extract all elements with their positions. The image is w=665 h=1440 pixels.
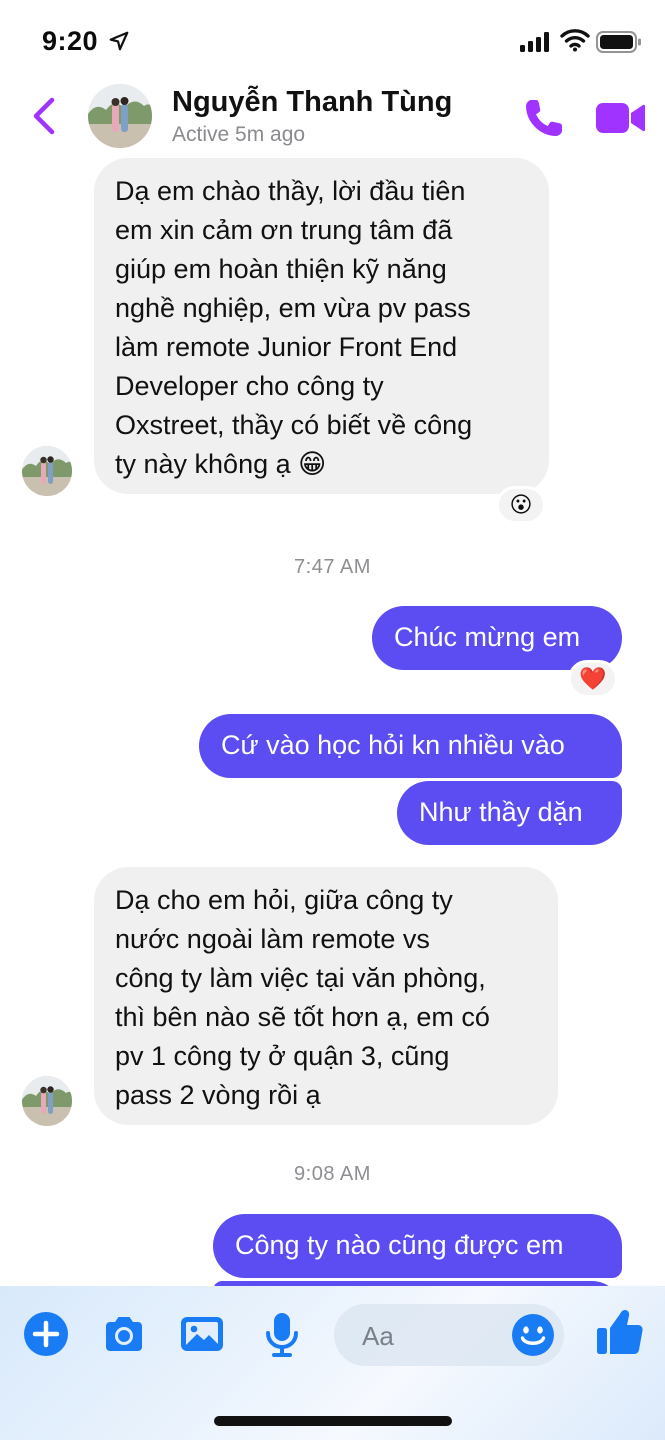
- message-line: em xin cảm ơn trung tâm đã: [115, 215, 453, 245]
- surprised-emoji-icon: 😮: [509, 492, 533, 517]
- message-line: nghề nghiệp, em vừa pv pass: [115, 293, 471, 323]
- outgoing-message-bubble[interactable]: Công ty nào cũng được em: [213, 1214, 622, 1278]
- message-line: Developer cho công ty: [115, 371, 384, 401]
- status-bar: 9:20: [0, 0, 665, 80]
- message-composer: Aa: [0, 1286, 665, 1440]
- message-reaction[interactable]: ❤️: [568, 660, 618, 698]
- heart-emoji-icon: ❤️: [579, 666, 607, 691]
- emoji-icon[interactable]: [510, 1312, 556, 1358]
- battery-icon: [596, 31, 641, 53]
- active-status: Active 5m ago: [172, 123, 306, 146]
- message-line: nước ngoài làm remote vs: [115, 924, 430, 954]
- sender-avatar[interactable]: [22, 1076, 72, 1126]
- message-input-placeholder: Aa: [362, 1321, 394, 1351]
- back-chevron-icon[interactable]: [28, 96, 62, 136]
- outgoing-message-bubble[interactable]: Như thầy dặn: [397, 781, 622, 845]
- timestamp: 9:08 AM: [294, 1163, 371, 1185]
- message-text: Công ty nào cũng được em: [235, 1230, 564, 1260]
- timestamp: 7:47 AM: [294, 556, 371, 578]
- message-text: Chúc mừng em: [394, 622, 581, 652]
- message-line: làm remote Junior Front End: [115, 332, 458, 362]
- message-line: pass 2 vòng rồi ạ: [115, 1080, 321, 1110]
- microphone-icon[interactable]: [258, 1310, 306, 1358]
- thumbs-up-icon[interactable]: [594, 1306, 644, 1358]
- phone-icon[interactable]: [522, 96, 566, 140]
- message-line: giúp em hoàn thiện kỹ năng: [115, 254, 447, 284]
- location-arrow-icon: [109, 31, 129, 51]
- message-line: thì bên nào sẽ tốt hơn ạ, em có: [115, 1002, 490, 1032]
- sender-avatar[interactable]: [22, 446, 72, 496]
- message-text: Cứ vào học hỏi kn nhiều vào: [221, 730, 565, 760]
- cellular-signal-icon: [520, 32, 549, 52]
- status-time: 9:20: [42, 26, 99, 56]
- contact-name[interactable]: Nguyễn Thanh Tùng: [172, 86, 452, 119]
- home-indicator[interactable]: [214, 1416, 452, 1426]
- video-camera-icon[interactable]: [594, 100, 646, 136]
- conversation-header: Nguyễn Thanh Tùng Active 5m ago: [0, 80, 665, 162]
- message-line: Dạ em chào thầy, lời đầu tiên: [115, 176, 466, 206]
- message-line: Oxstreet, thầy có biết về công: [115, 410, 473, 440]
- message-line: Dạ cho em hỏi, giữa công ty: [115, 885, 453, 915]
- contact-avatar[interactable]: [88, 84, 152, 148]
- plus-icon[interactable]: [22, 1310, 70, 1358]
- outgoing-message-bubble[interactable]: Cứ vào học hỏi kn nhiều vào: [199, 714, 622, 778]
- message-line: công ty làm việc tại văn phòng,: [115, 963, 486, 993]
- camera-icon[interactable]: [100, 1310, 148, 1358]
- message-reaction[interactable]: 😮: [496, 486, 546, 524]
- message-text: Như thầy dặn: [419, 797, 583, 827]
- wifi-icon: [560, 29, 590, 52]
- message-line: ty này không ạ 😁: [115, 449, 327, 479]
- incoming-message-bubble[interactable]: Dạ cho em hỏi, giữa công ty nước ngoài l…: [94, 867, 558, 1125]
- photo-gallery-icon[interactable]: [178, 1310, 226, 1358]
- message-line: pv 1 công ty ở quận 3, cũng: [115, 1041, 450, 1071]
- incoming-message-bubble[interactable]: Dạ em chào thầy, lời đầu tiên em xin cảm…: [94, 158, 549, 494]
